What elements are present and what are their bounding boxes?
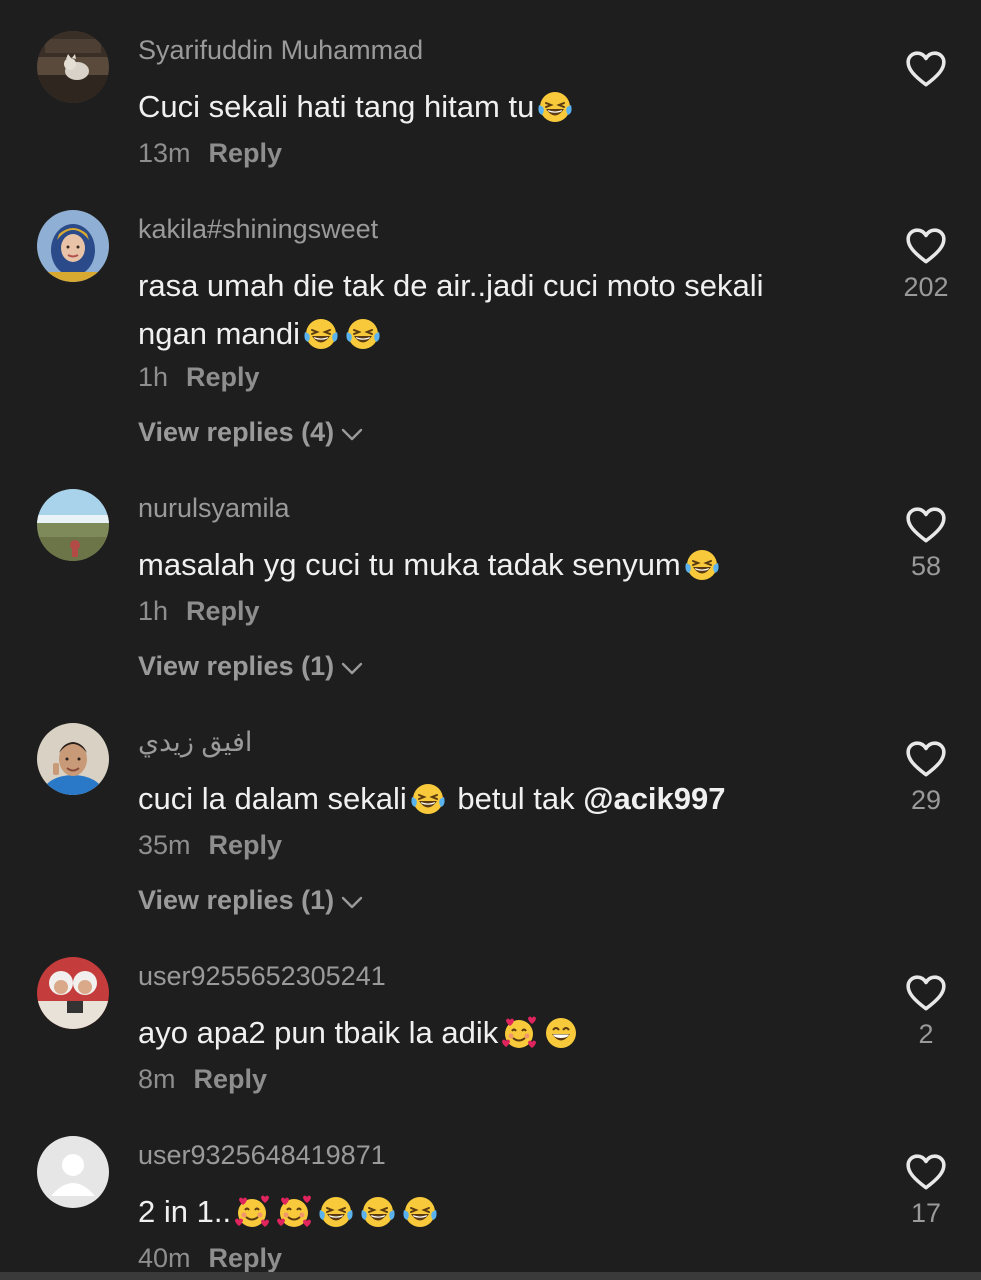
comment-time: 1h <box>138 362 169 392</box>
username[interactable]: kakila#shiningsweet <box>138 214 378 245</box>
tears-of-joy-emoji <box>318 1194 354 1230</box>
tears-of-joy-emoji <box>360 1194 396 1230</box>
heart-outline-icon <box>905 49 947 91</box>
heart-outline-icon <box>905 973 947 1015</box>
tears-of-joy-emoji <box>303 316 339 352</box>
avatar[interactable] <box>37 1136 109 1208</box>
comment-text: 2 in 1.. <box>138 1188 838 1236</box>
avatar[interactable] <box>37 957 109 1029</box>
comment-text: Cuci sekali hati tang hitam tu <box>138 83 838 131</box>
avatar[interactable] <box>37 723 109 795</box>
avatar[interactable] <box>37 210 109 282</box>
reply-button[interactable]: Reply <box>209 138 283 168</box>
avatar[interactable] <box>37 489 109 561</box>
like-count: 17 <box>910 1198 942 1228</box>
view-replies-label: View replies (1) <box>138 885 335 915</box>
username[interactable]: افيق زيدي <box>138 727 252 758</box>
reply-button[interactable]: Reply <box>209 830 283 860</box>
like-count: 202 <box>903 272 949 302</box>
comment-meta: 1h Reply <box>138 362 260 393</box>
user-mention[interactable]: @acik997 <box>583 781 725 816</box>
like-button[interactable]: 58 <box>895 505 957 582</box>
view-replies-button[interactable]: View replies (1) <box>138 885 364 916</box>
comment-time: 40m <box>138 1243 191 1273</box>
heart-outline-icon <box>905 226 947 268</box>
comment-meta: 1h Reply <box>138 596 260 627</box>
reply-button[interactable]: Reply <box>194 1064 268 1094</box>
tears-of-joy-emoji <box>402 1194 438 1230</box>
chevron-down-icon <box>340 422 364 446</box>
avatar[interactable] <box>37 31 109 103</box>
heart-outline-icon <box>905 739 947 781</box>
comment-meta: 40m Reply <box>138 1243 282 1274</box>
tears-of-joy-emoji <box>345 316 381 352</box>
like-button[interactable]: 202 <box>895 226 957 303</box>
like-button[interactable]: 2 <box>895 973 957 1050</box>
tears-of-joy-emoji <box>410 781 446 817</box>
smiling-face-with-hearts-emoji <box>234 1194 270 1230</box>
like-button[interactable]: 17 <box>895 1152 957 1229</box>
like-count: 29 <box>910 785 942 815</box>
comment-time: 1h <box>138 596 169 626</box>
smiling-face-with-hearts-emoji <box>276 1194 312 1230</box>
bottom-divider <box>0 1272 981 1280</box>
comment-meta: 13m Reply <box>138 138 282 169</box>
comment-text: cuci la dalam sekali betul tak @acik997 <box>138 781 726 817</box>
view-replies-button[interactable]: View replies (4) <box>138 417 364 448</box>
username[interactable]: Syarifuddin Muhammad <box>138 35 423 66</box>
like-button[interactable]: 29 <box>895 739 957 816</box>
comment-time: 13m <box>138 138 191 168</box>
comment-time: 35m <box>138 830 191 860</box>
like-button[interactable] <box>895 49 957 91</box>
like-count: 58 <box>910 551 942 581</box>
chevron-down-icon <box>340 890 364 914</box>
comments-panel: Syarifuddin Muhammad Cuci sekali hati ta… <box>0 0 981 1280</box>
view-replies-label: View replies (1) <box>138 651 335 681</box>
like-count: 2 <box>918 1019 934 1049</box>
chevron-down-icon <box>340 656 364 680</box>
comment-text: ayo apa2 pun tbaik la adik <box>138 1009 838 1057</box>
comment-text: rasa umah die tak de air..jadi cuci moto… <box>138 268 764 352</box>
heart-outline-icon <box>905 505 947 547</box>
beaming-face-emoji <box>543 1015 579 1051</box>
comment-time: 8m <box>138 1064 176 1094</box>
comment-text: masalah yg cuci tu muka tadak senyum <box>138 541 838 589</box>
view-replies-label: View replies (4) <box>138 417 335 447</box>
username[interactable]: user9325648419871 <box>138 1140 386 1171</box>
reply-button[interactable]: Reply <box>186 362 260 392</box>
tears-of-joy-emoji <box>537 89 573 125</box>
view-replies-button[interactable]: View replies (1) <box>138 651 364 682</box>
username[interactable]: nurulsyamila <box>138 493 290 524</box>
reply-button[interactable]: Reply <box>186 596 260 626</box>
comment-meta: 8m Reply <box>138 1064 267 1095</box>
smiling-face-with-hearts-emoji <box>501 1015 537 1051</box>
username[interactable]: user9255652305241 <box>138 961 386 992</box>
reply-button[interactable]: Reply <box>209 1243 283 1273</box>
comment-meta: 35m Reply <box>138 830 282 861</box>
tears-of-joy-emoji <box>684 547 720 583</box>
heart-outline-icon <box>905 1152 947 1194</box>
